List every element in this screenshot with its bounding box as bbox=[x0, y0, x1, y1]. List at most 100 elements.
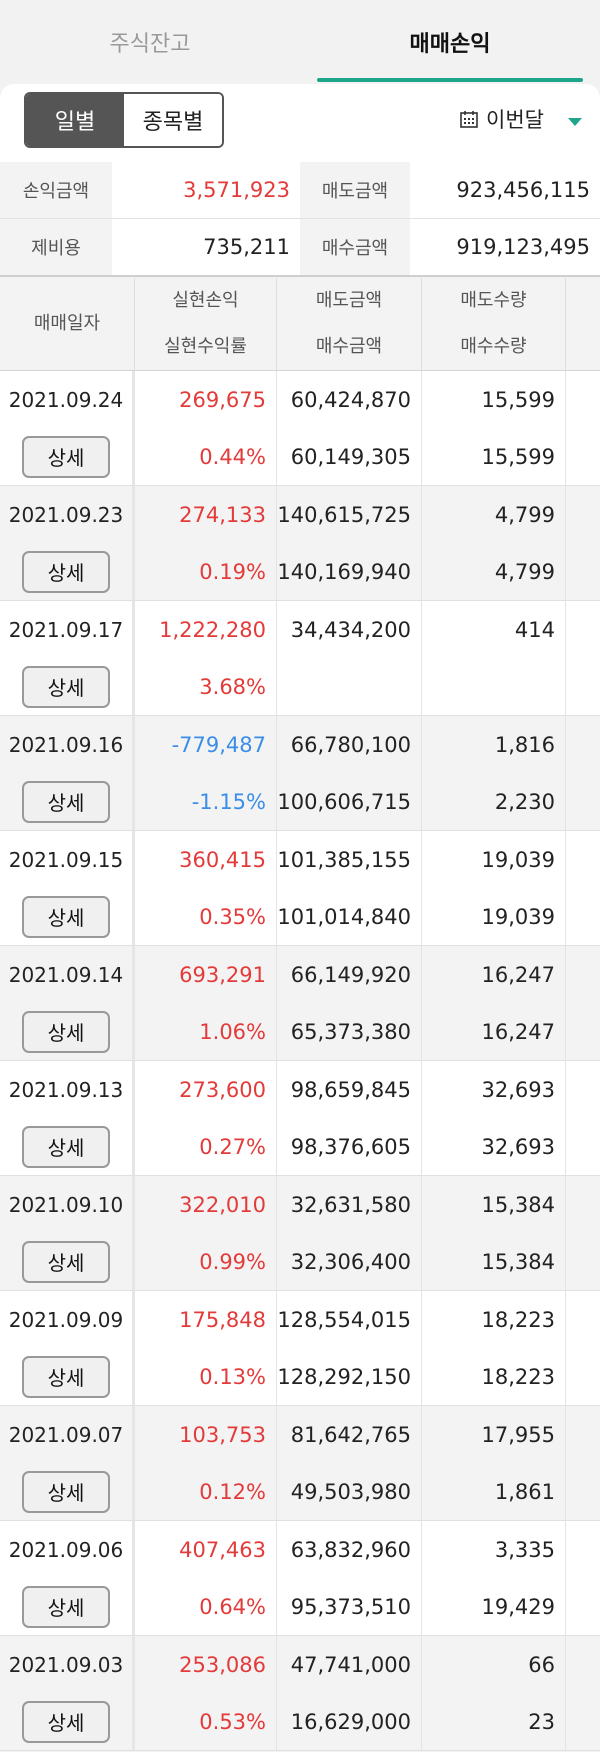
detail-button[interactable]: 상세 bbox=[22, 665, 110, 708]
sell-amount: 66,780,100 bbox=[290, 732, 411, 757]
sell-amount: 140,615,725 bbox=[277, 502, 411, 527]
trade-date: 2021.09.06 bbox=[8, 1537, 124, 1562]
period-selector[interactable]: 이번달 bbox=[460, 104, 544, 134]
amount-cell: 81,642,765 49,503,980 bbox=[277, 1406, 422, 1520]
detail-button[interactable]: 상세 bbox=[22, 1470, 110, 1513]
buy-amount: 32,306,400 bbox=[290, 1249, 411, 1274]
buy-quantity: 32,693 bbox=[481, 1134, 555, 1159]
table-body: 2021.09.24 상세 269,675 0.44% 60,424,870 60,149… bbox=[0, 371, 600, 1751]
trade-date: 2021.09.03 bbox=[8, 1652, 124, 1677]
table-row: 2021.09.09 상세 175,848 0.13% 128,554,015 128,2… bbox=[0, 1291, 600, 1406]
table-row: 2021.09.24 상세 269,675 0.44% 60,424,870 60,149… bbox=[0, 371, 600, 486]
sell-quantity: 15,599 bbox=[481, 387, 555, 412]
tab-stock-balance[interactable]: 주식잔고 bbox=[0, 0, 300, 84]
pnl-cell: 273,600 0.27% bbox=[135, 1061, 277, 1175]
pnl-cell: 693,291 1.06% bbox=[135, 946, 277, 1060]
realized-rate: 0.19% bbox=[199, 559, 266, 584]
realized-pnl: 274,133 bbox=[179, 502, 266, 527]
detail-button[interactable]: 상세 bbox=[22, 1700, 110, 1743]
date-cell: 2021.09.10 상세 bbox=[0, 1176, 135, 1290]
spacer-cell bbox=[566, 831, 600, 945]
table-row: 2021.09.03 상세 253,086 0.53% 47,741,000 16,629… bbox=[0, 1636, 600, 1751]
detail-button[interactable]: 상세 bbox=[22, 1355, 110, 1398]
buy-quantity: 19,039 bbox=[481, 904, 555, 929]
quantity-cell: 17,955 1,861 bbox=[422, 1406, 566, 1520]
tab-trade-pnl[interactable]: 매매손익 bbox=[300, 0, 600, 84]
realized-rate: 1.06% bbox=[199, 1019, 266, 1044]
sell-quantity: 17,955 bbox=[481, 1422, 555, 1447]
amount-cell: 128,554,015 128,292,150 bbox=[277, 1291, 422, 1405]
segment-by-stock-button[interactable]: 종목별 bbox=[124, 94, 222, 146]
table-row: 2021.09.23 상세 274,133 0.19% 140,615,725 140,1… bbox=[0, 486, 600, 601]
detail-button[interactable]: 상세 bbox=[22, 1010, 110, 1053]
date-cell: 2021.09.13 상세 bbox=[0, 1061, 135, 1175]
date-cell: 2021.09.14 상세 bbox=[0, 946, 135, 1060]
amount-cell: 47,741,000 16,629,000 bbox=[277, 1636, 422, 1750]
filter-bar: 일별 종목별 이번달 bbox=[0, 84, 600, 162]
sell-quantity: 1,816 bbox=[494, 732, 555, 757]
chevron-down-icon[interactable] bbox=[568, 118, 582, 126]
sell-amount: 101,385,155 bbox=[277, 847, 411, 872]
amount-cell: 101,385,155 101,014,840 bbox=[277, 831, 422, 945]
amount-cell: 140,615,725 140,169,940 bbox=[277, 486, 422, 600]
view-segment: 일별 종목별 bbox=[24, 92, 224, 148]
detail-button[interactable]: 상세 bbox=[22, 1125, 110, 1168]
pnl-cell: 407,463 0.64% bbox=[135, 1521, 277, 1635]
spacer-cell bbox=[566, 371, 600, 485]
buy-amount-value: 919,123,495 bbox=[456, 235, 590, 259]
trade-date: 2021.09.14 bbox=[8, 962, 124, 987]
buy-amount: 16,629,000 bbox=[290, 1709, 411, 1734]
table-row: 2021.09.06 상세 407,463 0.64% 63,832,960 95,373… bbox=[0, 1521, 600, 1636]
buy-quantity: 23 bbox=[528, 1709, 555, 1734]
detail-button[interactable]: 상세 bbox=[22, 895, 110, 938]
buy-amount: 60,149,305 bbox=[290, 444, 411, 469]
date-cell: 2021.09.16 상세 bbox=[0, 716, 135, 830]
spacer-cell bbox=[566, 486, 600, 600]
sell-quantity: 414 bbox=[514, 617, 555, 642]
buy-quantity: 16,247 bbox=[481, 1019, 555, 1044]
detail-button[interactable]: 상세 bbox=[22, 780, 110, 823]
amount-cell: 66,780,100 100,606,715 bbox=[277, 716, 422, 830]
calendar-icon bbox=[460, 111, 478, 128]
buy-amount: 140,169,940 bbox=[277, 559, 411, 584]
spacer-cell bbox=[566, 946, 600, 1060]
date-cell: 2021.09.03 상세 bbox=[0, 1636, 135, 1750]
pnl-cell: 253,086 0.53% bbox=[135, 1636, 277, 1750]
sell-amount: 32,631,580 bbox=[290, 1192, 411, 1217]
quantity-cell: 3,335 19,429 bbox=[422, 1521, 566, 1635]
detail-button[interactable]: 상세 bbox=[22, 550, 110, 593]
sell-quantity: 19,039 bbox=[481, 847, 555, 872]
detail-button[interactable]: 상세 bbox=[22, 1240, 110, 1283]
trade-date: 2021.09.10 bbox=[8, 1192, 124, 1217]
quantity-cell: 66 23 bbox=[422, 1636, 566, 1750]
header-realized: 실현손익 실현수익률 bbox=[135, 278, 277, 370]
realized-pnl: 693,291 bbox=[179, 962, 266, 987]
pnl-cell: 360,415 0.35% bbox=[135, 831, 277, 945]
pnl-cell: -779,487 -1.15% bbox=[135, 716, 277, 830]
sell-quantity: 32,693 bbox=[481, 1077, 555, 1102]
table-row: 2021.09.16 상세 -779,487 -1.15% 66,780,100 100,… bbox=[0, 716, 600, 831]
amount-cell: 60,424,870 60,149,305 bbox=[277, 371, 422, 485]
sell-quantity: 18,223 bbox=[481, 1307, 555, 1332]
detail-button[interactable]: 상세 bbox=[22, 1585, 110, 1628]
buy-quantity: 2,230 bbox=[494, 789, 555, 814]
segment-daily-button[interactable]: 일별 bbox=[26, 94, 124, 146]
buy-amount: 95,373,510 bbox=[290, 1594, 411, 1619]
realized-pnl: -779,487 bbox=[171, 732, 266, 757]
top-tabs: 주식잔고 매매손익 bbox=[0, 0, 600, 84]
sell-amount: 81,642,765 bbox=[290, 1422, 411, 1447]
spacer-cell bbox=[566, 1291, 600, 1405]
trade-date: 2021.09.17 bbox=[8, 617, 124, 642]
pnl-cell: 175,848 0.13% bbox=[135, 1291, 277, 1405]
quantity-cell: 15,384 15,384 bbox=[422, 1176, 566, 1290]
table-row: 2021.09.13 상세 273,600 0.27% 98,659,845 98,376… bbox=[0, 1061, 600, 1176]
realized-pnl: 253,086 bbox=[179, 1652, 266, 1677]
detail-button[interactable]: 상세 bbox=[22, 435, 110, 478]
sell-amount-label: 매도금액 bbox=[300, 162, 410, 218]
sell-amount: 66,149,920 bbox=[290, 962, 411, 987]
realized-rate: 0.53% bbox=[199, 1709, 266, 1734]
date-cell: 2021.09.24 상세 bbox=[0, 371, 135, 485]
quantity-cell: 19,039 19,039 bbox=[422, 831, 566, 945]
pnl-label: 손익금액 bbox=[0, 162, 112, 218]
table-row: 2021.09.15 상세 360,415 0.35% 101,385,155 101,0… bbox=[0, 831, 600, 946]
